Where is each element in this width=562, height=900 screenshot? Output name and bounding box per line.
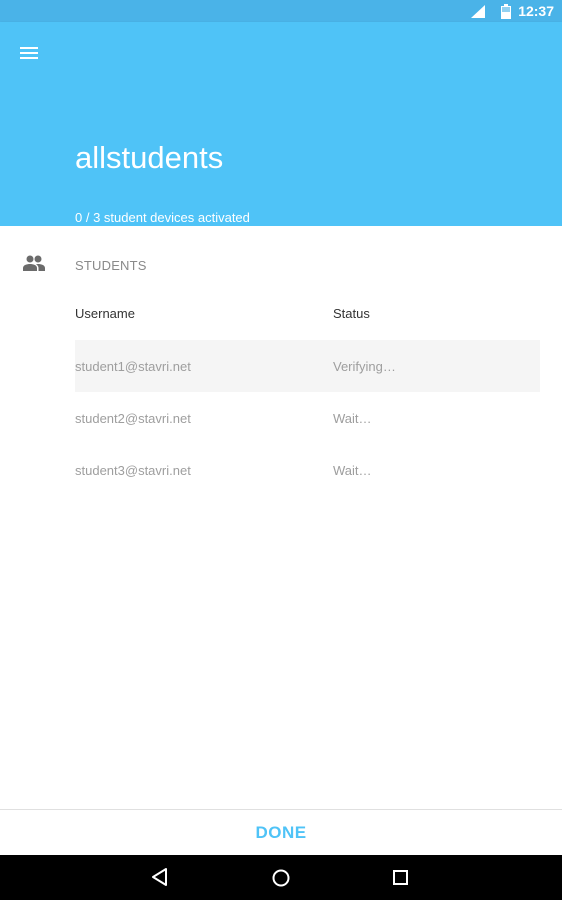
username-cell: student1@stavri.net <box>75 359 191 374</box>
status-cell: Wait… <box>333 463 372 478</box>
back-icon[interactable] <box>150 867 170 887</box>
home-icon[interactable] <box>271 868 291 888</box>
username-cell: student3@stavri.net <box>75 463 191 478</box>
students-panel: STUDENTS Username Status student1@stavri… <box>0 226 562 810</box>
table-header: Username Status <box>75 306 540 340</box>
battery-icon <box>501 4 511 19</box>
status-cell: Wait… <box>333 411 372 426</box>
table-row[interactable]: student1@stavri.net Verifying… <box>75 340 540 392</box>
status-cell: Verifying… <box>333 359 396 374</box>
status-bar: 12:37 <box>0 0 562 22</box>
menu-icon[interactable] <box>14 40 46 68</box>
section-title: STUDENTS <box>75 258 147 273</box>
people-icon <box>23 255 45 271</box>
clock: 12:37 <box>518 3 554 19</box>
column-header-username: Username <box>75 306 135 321</box>
table-row[interactable]: student3@stavri.net Wait… <box>75 444 540 496</box>
done-button[interactable]: DONE <box>0 810 562 856</box>
username-cell: student2@stavri.net <box>75 411 191 426</box>
table-row[interactable]: student2@stavri.net Wait… <box>75 392 540 444</box>
system-nav-bar <box>0 855 562 900</box>
page-subtitle: 0 / 3 student devices activated <box>75 210 250 225</box>
app-bar: allstudents 0 / 3 student devices activa… <box>0 22 562 226</box>
bottom-bar: DONE <box>0 809 562 856</box>
students-table: Username Status student1@stavri.net Veri… <box>75 306 540 496</box>
recent-apps-icon[interactable] <box>392 869 410 887</box>
signal-icon <box>471 5 485 18</box>
page-title: allstudents <box>75 140 224 175</box>
column-header-status: Status <box>333 306 370 321</box>
